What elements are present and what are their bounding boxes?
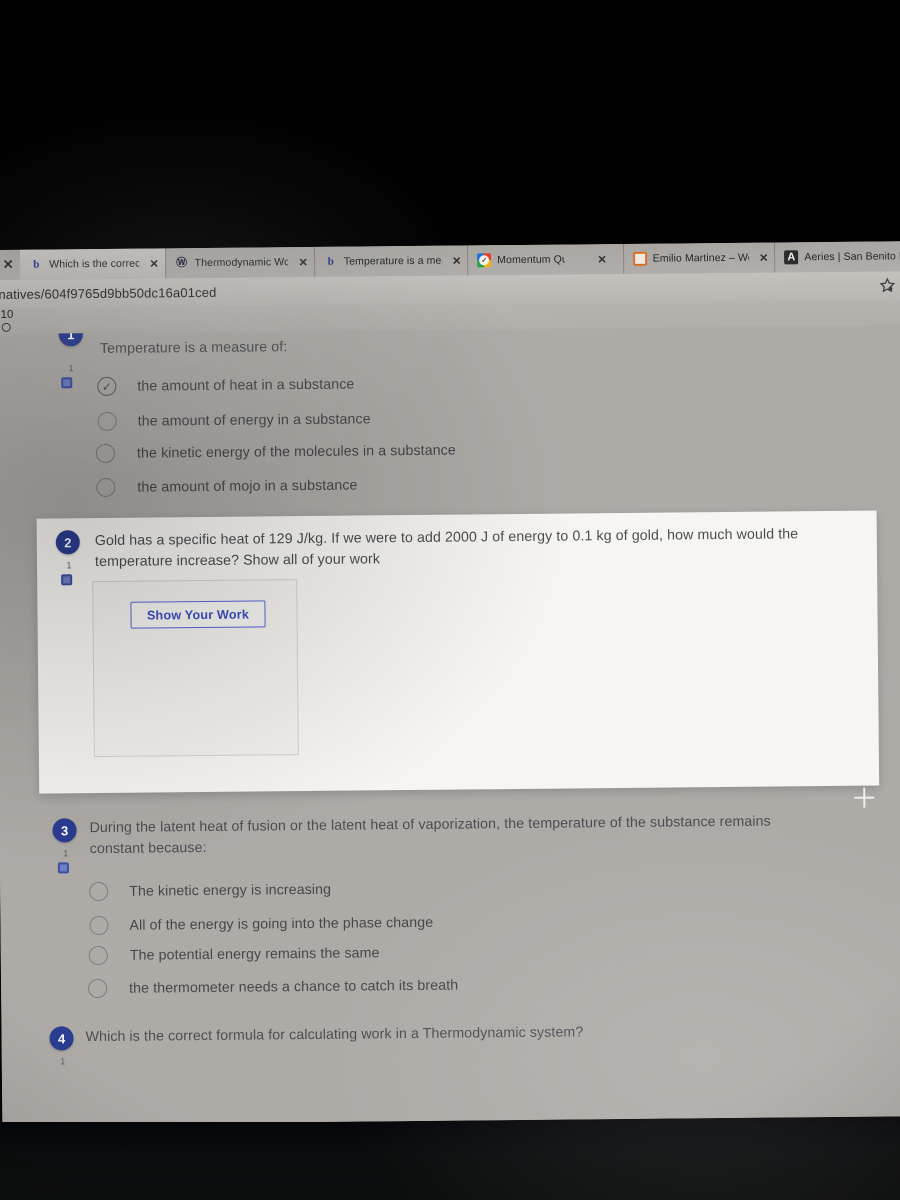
radio-button-icon[interactable] [97,411,117,432]
aeries-icon: A [784,250,799,265]
question-2-card: 2 1 Gold has a specific heat of 129 J/kg… [36,510,880,794]
question-3-option-2-label: All of the energy is going into the phas… [129,914,434,934]
radio-button-icon[interactable] [95,443,116,464]
star-favorite-icon[interactable] [878,276,896,294]
orange-square-icon [632,251,647,266]
radio-button-icon[interactable] [96,477,116,498]
browser-tab-2[interactable]: Ⓦ Thermodynamic Work ✕ [164,246,314,279]
w-logo-icon: Ⓦ [176,256,188,269]
circle-icon[interactable] [1,322,11,332]
browser-tab-1-title: Which is the correct f [49,257,140,271]
browser-tab-4-title: Momentum Quiz [497,253,566,267]
question-3-number-badge: 3 [52,818,77,843]
monitor-screen: ✕ b Which is the correct f ✕ Ⓦ Thermodyn… [0,241,900,1125]
question-1-option-3[interactable]: the kinetic energy of the molecules in a… [95,441,456,464]
question-3-option-3[interactable]: The potential energy remains the same [88,943,380,966]
question-1-option-4-label: the amount of mojo in a substance [137,477,358,496]
browser-tab-2-title: Thermodynamic Work [194,256,289,270]
question-1-option-1-label: the amount of heat in a substance [137,376,355,395]
question-3-points: 1 [63,848,69,859]
address-bar-url[interactable]: natives/604f9765d9bb50dc16a01ced [0,284,217,301]
browser-tab-5-close-icon[interactable]: ✕ [755,251,768,264]
question-3-flag-marker-icon[interactable] [57,862,69,874]
bookmark-bar-number: 10 [0,309,14,322]
question-4-points: 1 [60,1056,66,1067]
question-3-option-2[interactable]: All of the energy is going into the phas… [89,913,434,936]
browser-tab-2-close-icon[interactable]: ✕ [295,255,308,268]
question-2-work-area[interactable]: Show Your Work [92,579,299,758]
question-3-text-line-2: constant because: [89,839,207,858]
question-1-option-4[interactable]: the amount of mojo in a substance [96,476,358,498]
question-1-option-3-label: the kinetic energy of the molecules in a… [136,442,456,462]
question-3-option-3-label: The potential energy remains the same [129,944,380,964]
browser-tab-4-close-icon[interactable]: ✕ [593,253,606,266]
question-2-flag-marker-icon[interactable] [61,574,73,586]
browser-tab-6[interactable]: A Aeries | San Benito Hi [774,241,900,273]
question-3-option-1-label: The kinetic energy is increasing [129,881,332,900]
radio-button-selected-icon[interactable] [97,376,117,397]
question-1-flag-marker-icon[interactable] [61,377,73,389]
radio-button-icon[interactable] [88,978,108,999]
browser-tab-3[interactable]: b Temperature is a meas ✕ [313,245,468,277]
question-3-option-4-label: the thermometer needs a chance to catch … [129,977,459,997]
browser-tab-4[interactable]: Momentum Quiz ✕ [467,243,623,276]
question-1-points: 1 [68,363,74,374]
browser-tab-3-close-icon[interactable]: ✕ [448,254,461,267]
question-1-option-1[interactable]: the amount of heat in a substance [97,375,355,397]
resize-crosshair-cursor[interactable] [854,788,874,808]
browser-tab-5[interactable]: Emilio Martinez – Wee ✕ [622,242,775,274]
question-1-block: 1 1 Temperature is a measure of: the amo… [0,325,896,498]
leading-tab-close-icon[interactable]: ✕ [0,250,20,280]
show-your-work-button[interactable]: Show Your Work [130,600,266,629]
radio-button-icon[interactable] [89,915,109,936]
address-bar-spacer [216,286,878,292]
quiz-check-icon [477,253,492,268]
browser-tab-1-close-icon[interactable]: ✕ [145,257,158,270]
monitor-photograph: ✕ b Which is the correct f ✕ Ⓦ Thermodyn… [0,0,900,1200]
browser-tab-3-title: Temperature is a meas [343,254,443,268]
question-2-points: 1 [66,560,72,571]
question-2-number-badge: 2 [55,530,80,555]
browser-tab-5-title: Emilio Martinez – Wee [652,251,750,265]
question-3-option-1[interactable]: The kinetic energy is increasing [89,880,332,902]
question-4-text: Which is the correct formula for calcula… [85,1024,584,1046]
question-3-option-4[interactable]: the thermometer needs a chance to catch … [88,976,458,999]
question-1-option-2[interactable]: the amount of energy in a substance [97,409,371,432]
dark-room-below-screen [0,1122,900,1200]
b-logo-icon: b [327,255,334,268]
radio-button-icon[interactable] [88,945,108,966]
question-4-number-badge: 4 [49,1026,74,1051]
browser-tab-1[interactable]: b Which is the correct f ✕ [20,248,165,280]
dark-room-above-screen [0,0,900,252]
question-1-option-2-label: the amount of energy in a substance [137,410,371,430]
radio-button-icon[interactable] [89,881,109,902]
question-3-text-line-1: During the latent heat of fusion or the … [89,813,771,837]
quiz-page-content: 1 1 Temperature is a measure of: the amo… [0,325,900,1125]
b-logo-icon: b [33,258,40,271]
question-1-text: Temperature is a measure of: [99,339,288,357]
browser-tab-6-title: Aeries | San Benito Hi [804,250,900,264]
